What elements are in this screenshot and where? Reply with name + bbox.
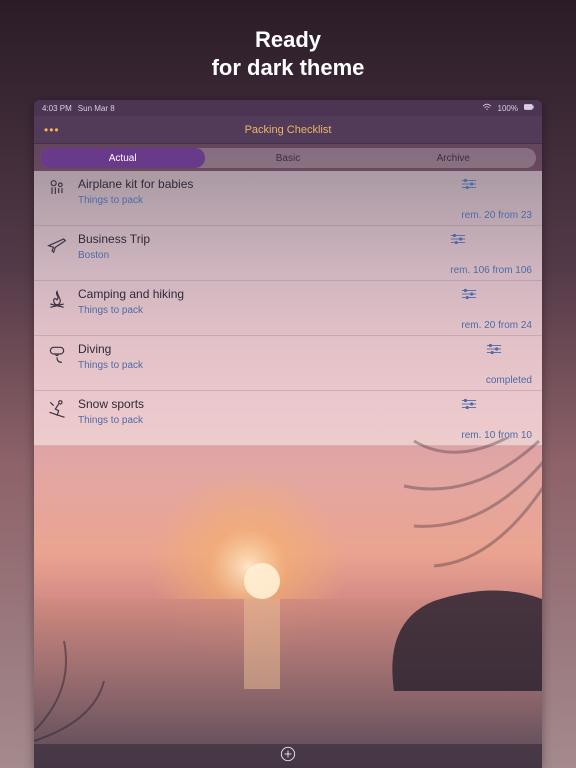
tab-actual[interactable]: Actual bbox=[40, 148, 205, 168]
promo-line2: for dark theme bbox=[0, 54, 576, 82]
promo-heading: Ready for dark theme bbox=[0, 0, 576, 99]
options-icon[interactable] bbox=[461, 397, 532, 415]
status-time: 4:03 PM bbox=[42, 104, 72, 113]
list-item-status: rem. 20 from 24 bbox=[461, 316, 532, 331]
list-item-title: Snow sports bbox=[78, 397, 457, 415]
list-item-status: rem. 106 from 106 bbox=[450, 261, 532, 276]
list-item[interactable]: Business Trip Boston rem. 106 from 106 bbox=[34, 226, 542, 281]
list-item-title: Airplane kit for babies bbox=[78, 177, 457, 195]
checklist-list: Airplane kit for babies Things to pack r… bbox=[34, 171, 542, 446]
promo-line1: Ready bbox=[0, 26, 576, 54]
bottom-toolbar bbox=[34, 744, 542, 768]
add-button[interactable] bbox=[280, 746, 296, 767]
plane-icon bbox=[40, 232, 74, 261]
list-item[interactable]: Diving Things to pack completed bbox=[34, 336, 542, 391]
options-icon[interactable] bbox=[450, 232, 532, 250]
ski-icon bbox=[40, 397, 74, 426]
list-item-title: Diving bbox=[78, 342, 482, 360]
list-item-status: rem. 20 from 23 bbox=[461, 206, 532, 221]
more-button[interactable]: ••• bbox=[44, 123, 60, 137]
list-item[interactable]: Snow sports Things to pack rem. 10 from … bbox=[34, 391, 542, 446]
list-item-status: rem. 10 from 10 bbox=[461, 426, 532, 441]
segmented-control: Actual Basic Archive bbox=[40, 148, 536, 168]
wifi-icon bbox=[482, 103, 492, 113]
status-date: Sun Mar 8 bbox=[78, 104, 115, 113]
nav-bar: ••• Packing Checklist bbox=[34, 116, 542, 144]
list-item-subtitle: Things to pack bbox=[78, 360, 482, 371]
list-item-subtitle: Things to pack bbox=[78, 305, 457, 316]
list-item-status: completed bbox=[486, 371, 532, 386]
battery-icon bbox=[524, 103, 534, 113]
status-battery-pct: 100% bbox=[498, 104, 518, 113]
list-item[interactable]: Airplane kit for babies Things to pack r… bbox=[34, 171, 542, 226]
campfire-icon bbox=[40, 287, 74, 316]
tab-basic[interactable]: Basic bbox=[205, 148, 370, 168]
list-item-subtitle: Things to pack bbox=[78, 195, 457, 206]
status-bar: 4:03 PM Sun Mar 8 100% bbox=[34, 100, 542, 116]
options-icon[interactable] bbox=[461, 287, 532, 305]
baby-icon bbox=[40, 177, 74, 206]
page-title: Packing Checklist bbox=[245, 124, 332, 136]
options-icon[interactable] bbox=[461, 177, 532, 195]
list-item[interactable]: Camping and hiking Things to pack rem. 2… bbox=[34, 281, 542, 336]
list-item-subtitle: Things to pack bbox=[78, 415, 457, 426]
background-scene bbox=[34, 438, 542, 744]
list-item-title: Camping and hiking bbox=[78, 287, 457, 305]
list-item-subtitle: Boston bbox=[78, 250, 446, 261]
list-item-title: Business Trip bbox=[78, 232, 446, 250]
options-icon[interactable] bbox=[486, 342, 532, 360]
diving-icon bbox=[40, 342, 74, 371]
tab-archive[interactable]: Archive bbox=[371, 148, 536, 168]
device-frame: 4:03 PM Sun Mar 8 100% ••• Packing Check… bbox=[34, 100, 542, 768]
